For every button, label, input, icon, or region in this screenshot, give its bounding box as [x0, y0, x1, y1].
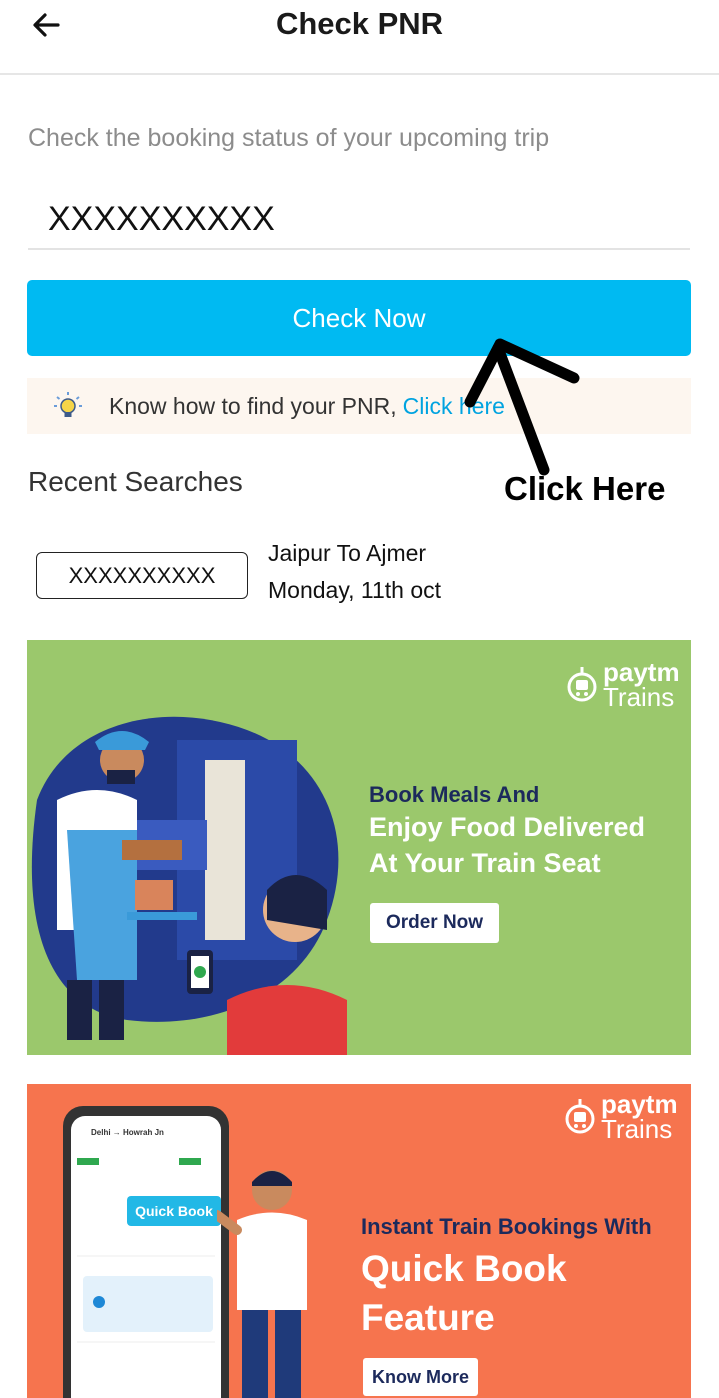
recent-route[interactable]: Jaipur To Ajmer [268, 540, 426, 567]
check-now-button[interactable]: Check Now [27, 280, 691, 356]
app-header: Check PNR [0, 0, 719, 75]
food-delivery-banner[interactable]: paytm Trains Book Meals And Enjoy Food D… [27, 640, 691, 1055]
arrow-annotation-icon [464, 338, 580, 476]
brand-name: paytm [601, 1089, 678, 1119]
banner-tagline: Instant Train Bookings With [361, 1214, 652, 1239]
phone-route-text: Delhi → Howrah Jn [91, 1128, 164, 1137]
quick-book-badge: Quick Book [127, 1196, 221, 1226]
form-subtitle: Check the booking status of your upcomin… [28, 124, 550, 152]
brand-name: paytm [603, 657, 680, 687]
pnr-hint-banner: Know how to find your PNR, Click here [27, 378, 691, 434]
recent-date: Monday, 11th oct [268, 577, 442, 603]
pnr-input[interactable] [28, 190, 690, 250]
recent-searches-title: Recent Searches [28, 466, 243, 497]
banner-headline-1: Quick Book [361, 1248, 567, 1289]
page-title: Check PNR [275, 6, 444, 41]
phone-mockup [63, 1106, 229, 1398]
click-here-annotation: Click Here [504, 470, 666, 507]
quick-book-banner[interactable]: Delhi → Howrah Jn Quick Book paytm Train… [27, 1084, 691, 1398]
lightbulb-icon [54, 392, 82, 417]
brand-sub: Trains [601, 1114, 673, 1144]
banner-tagline: Book Meals And [369, 782, 540, 807]
banner-headline-2: At Your Train Seat [369, 848, 601, 878]
recent-pnr-chip[interactable]: XXXXXXXXXX [36, 552, 248, 599]
banner-headline-2: Feature [361, 1297, 495, 1338]
paytm-trains-logo: paytm Trains [565, 1089, 678, 1144]
hint-text: Know how to find your PNR, [109, 392, 397, 419]
train-icon [565, 1099, 595, 1134]
train-icon [567, 667, 597, 702]
paytm-trains-logo: paytm Trains [567, 657, 680, 712]
order-now-button[interactable]: Order Now [370, 903, 499, 943]
brand-sub: Trains [603, 682, 675, 712]
food-delivery-illustration [31, 716, 347, 1055]
man-illustration [217, 1170, 307, 1398]
banner-headline-1: Enjoy Food Delivered [369, 812, 646, 842]
know-more-button[interactable]: Know More [363, 1358, 478, 1396]
